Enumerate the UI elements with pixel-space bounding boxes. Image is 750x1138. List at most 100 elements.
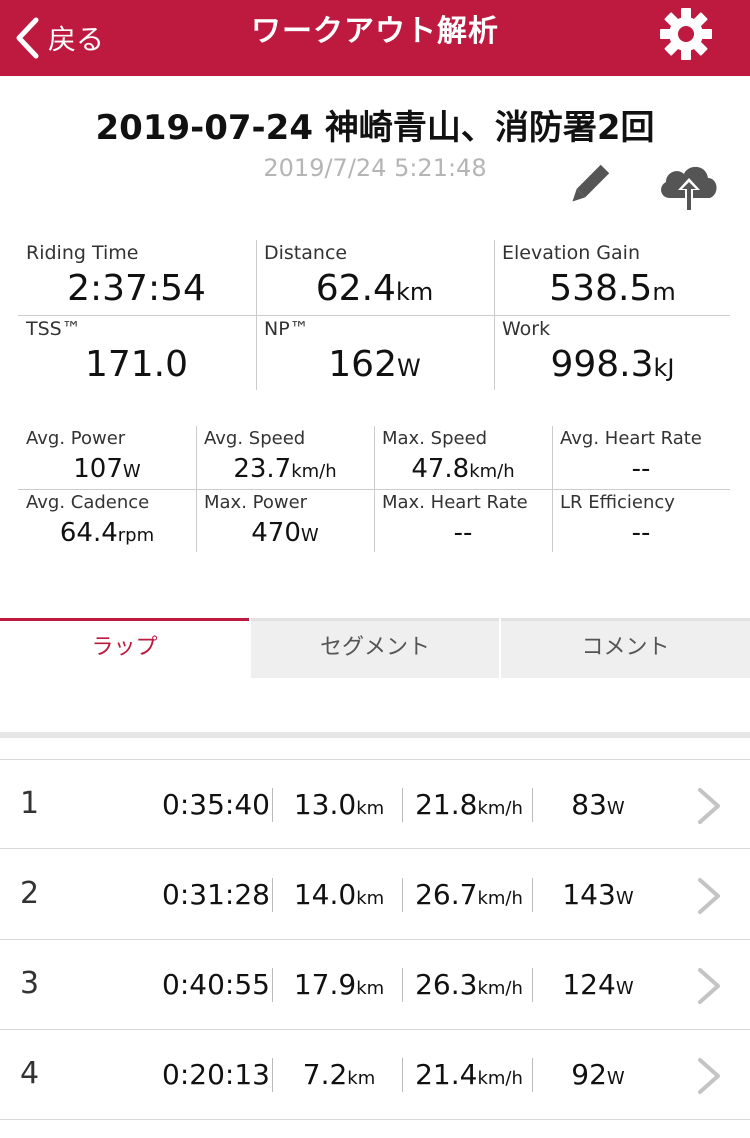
edit-button[interactable] <box>562 160 614 212</box>
lap-time: 0:40:55 <box>162 968 270 1001</box>
lap-distance: 7.2km <box>302 1058 376 1091</box>
lap-time: 0:31:28 <box>162 878 270 911</box>
stat-label: Avg. Cadence <box>26 492 150 513</box>
stat-avg-cadence: Avg. Cadence 64.4rpm <box>18 490 196 553</box>
lap-power: 143W <box>562 878 634 911</box>
stat-value: 998.3kJ <box>550 344 675 385</box>
lap-distance: 14.0km <box>293 878 385 911</box>
lap-speed: 26.3km/h <box>415 968 523 1001</box>
lap-time: 0:35:40 <box>162 788 270 821</box>
lap-power: 83W <box>571 788 625 821</box>
stat-max-heart-rate: Max. Heart Rate -- <box>374 490 552 553</box>
stat-np: NP™ 162W <box>256 316 493 392</box>
stat-avg-heart-rate: Avg. Heart Rate -- <box>552 426 730 489</box>
stat-value: 107W <box>73 454 141 484</box>
stat-label: Work <box>502 318 551 340</box>
back-label: 戻る <box>48 23 105 56</box>
tab-comments[interactable]: コメント <box>501 618 750 678</box>
tab-segments[interactable]: セグメント <box>251 618 499 678</box>
lap-speed: 21.8km/h <box>415 788 523 821</box>
gear-icon <box>660 8 712 60</box>
chevron-right-icon <box>698 878 720 914</box>
stat-value: 470W <box>251 518 319 548</box>
lap-number: 1 <box>20 786 40 821</box>
stat-label: LR Efficiency <box>560 492 675 513</box>
secondary-stats-grid: Avg. Power 107W Avg. Speed 23.7km/h Max.… <box>18 426 730 552</box>
lap-distance: 13.0km <box>293 788 385 821</box>
stat-label: Riding Time <box>26 242 139 264</box>
lap-row[interactable]: 2 0:31:28 14.0km 26.7km/h 143W <box>0 850 750 940</box>
stat-value: -- <box>631 518 651 548</box>
stat-value: 64.4rpm <box>59 518 155 548</box>
grid-divider <box>18 489 730 490</box>
stat-label: NP™ <box>264 318 309 340</box>
column-divider <box>272 878 273 912</box>
stat-lr-efficiency: LR Efficiency -- <box>552 490 730 553</box>
pencil-icon <box>572 164 610 202</box>
stat-avg-speed: Avg. Speed 23.7km/h <box>196 426 374 489</box>
page-title: ワークアウト解析 <box>251 14 499 49</box>
stat-label: Max. Power <box>204 492 308 513</box>
column-divider <box>402 788 403 822</box>
column-divider <box>532 1058 533 1092</box>
stat-value: 538.5m <box>549 268 676 309</box>
column-divider <box>402 878 403 912</box>
column-divider <box>272 968 273 1002</box>
lap-speed: 26.7km/h <box>415 878 523 911</box>
lap-power: 92W <box>571 1058 625 1091</box>
stat-value: 162W <box>328 344 421 385</box>
column-divider <box>272 788 273 822</box>
lap-row[interactable]: 4 0:20:13 7.2km 21.4km/h 92W <box>0 1030 750 1120</box>
primary-stats-grid: Riding Time 2:37:54 Distance 62.4km Elev… <box>18 240 730 392</box>
stat-label: Max. Heart Rate <box>382 492 528 513</box>
stat-value: 171.0 <box>84 344 189 385</box>
stat-value: 23.7km/h <box>233 454 337 484</box>
tab-laps[interactable]: ラップ <box>0 618 249 678</box>
lap-speed: 21.4km/h <box>415 1058 523 1091</box>
workout-title: 2019-07-24 神崎青山、消防署2回 <box>95 108 655 148</box>
stat-tss: TSS™ 171.0 <box>18 316 255 392</box>
stat-max-power: Max. Power 470W <box>196 490 374 553</box>
stat-value: 62.4km <box>315 268 434 309</box>
column-divider <box>402 1058 403 1092</box>
chevron-right-icon <box>698 968 720 1004</box>
stat-work: Work 998.3kJ <box>494 316 731 392</box>
chevron-right-icon <box>698 1058 720 1094</box>
chevron-left-icon <box>16 17 39 59</box>
stat-avg-power: Avg. Power 107W <box>18 426 196 489</box>
grid-divider <box>18 315 730 316</box>
stat-label: Max. Speed <box>382 428 488 449</box>
lap-row[interactable]: 3 0:40:55 17.9km 26.3km/h 124W <box>0 940 750 1030</box>
stat-elevation-gain: Elevation Gain 538.5m <box>494 240 731 316</box>
settings-button[interactable] <box>658 6 714 62</box>
upload-button[interactable] <box>656 158 722 214</box>
stat-label: TSS™ <box>26 318 81 340</box>
lap-number: 4 <box>20 1056 40 1091</box>
lap-row[interactable]: 1 0:35:40 13.0km 21.8km/h 83W <box>0 759 750 849</box>
lap-number: 2 <box>20 876 40 911</box>
chevron-right-icon <box>698 788 720 824</box>
stat-label: Avg. Power <box>26 428 126 449</box>
stat-label: Avg. Heart Rate <box>560 428 702 449</box>
workout-datetime: 2019/7/24 5:21:48 <box>263 154 487 182</box>
stat-value: -- <box>453 518 473 548</box>
stat-distance: Distance 62.4km <box>256 240 493 316</box>
cloud-upload-icon <box>661 166 717 210</box>
column-divider <box>272 1058 273 1092</box>
lap-number: 3 <box>20 966 40 1001</box>
column-divider <box>532 968 533 1002</box>
stat-value: 2:37:54 <box>67 268 206 309</box>
stat-riding-time: Riding Time 2:37:54 <box>18 240 255 316</box>
stat-max-speed: Max. Speed 47.8km/h <box>374 426 552 489</box>
stat-label: Avg. Speed <box>204 428 306 449</box>
stat-value: -- <box>631 454 651 484</box>
lap-time: 0:20:13 <box>162 1058 270 1091</box>
back-button[interactable]: 戻る <box>14 8 104 68</box>
navigation-bar: 戻る ワークアウト解析 <box>0 0 750 76</box>
lap-distance: 17.9km <box>293 968 385 1001</box>
column-divider <box>402 968 403 1002</box>
stat-value: 47.8km/h <box>411 454 515 484</box>
stat-label: Elevation Gain <box>502 242 640 264</box>
lap-power: 124W <box>562 968 634 1001</box>
stat-label: Distance <box>264 242 348 264</box>
